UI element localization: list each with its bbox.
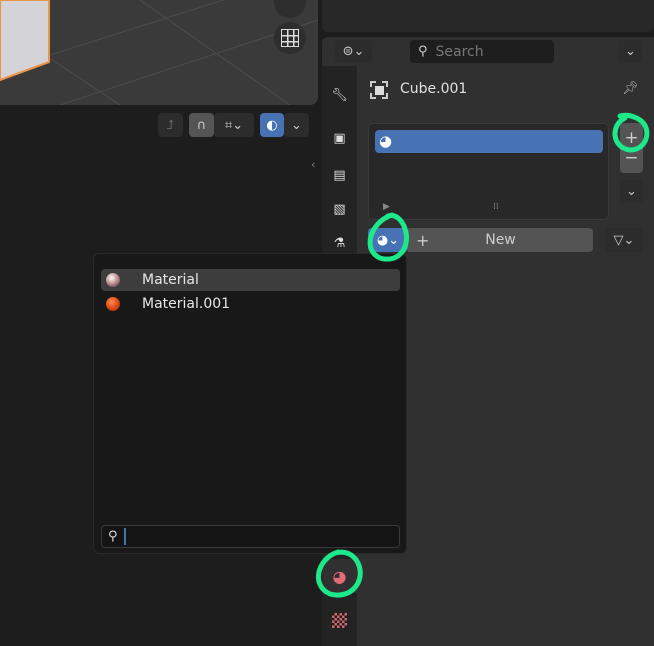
snap-grid-icon: ⌗⌄ <box>224 117 244 133</box>
proportional-edit-toggle[interactable]: ◐ <box>260 113 284 137</box>
material-slot-list: ◕ ▶ ⁞⁞ <box>368 123 609 220</box>
tab-tool[interactable]: 🔧︎ <box>322 78 357 112</box>
add-slot-button[interactable]: + <box>624 128 638 148</box>
tab-render[interactable]: ▣ <box>322 121 357 155</box>
proportional-icon: ◐ <box>266 117 278 133</box>
remove-slot-button[interactable]: − <box>624 148 638 168</box>
search-icon: ⚲ <box>418 44 428 59</box>
magnet-icon: ∩ <box>196 117 207 133</box>
resize-handle[interactable]: ⁞⁞ <box>493 202 499 212</box>
image-icon: ▧ <box>333 201 346 217</box>
grid-icon <box>281 29 299 47</box>
tab-material[interactable]: ◕ <box>322 559 357 593</box>
toggle-icon: ⊜⌄ <box>342 44 365 59</box>
material-browse-popup: Material Material.001 ⚲ <box>93 253 407 554</box>
material-preview-icon <box>106 297 120 311</box>
slot-add-remove: + − <box>620 123 643 173</box>
viewport-header: ⮥ ∩ ⌗⌄ ◐ ⌄ ‹ <box>0 108 318 171</box>
tool-icon: 🔧︎ <box>331 87 348 103</box>
search-icon: ⚲ <box>108 529 118 544</box>
plus-icon: + <box>416 230 430 250</box>
mesh-data-icon: ▽⌄ <box>613 232 635 248</box>
slot-specials-dropdown[interactable]: ⌄ <box>620 180 643 203</box>
toggle-ortho-button[interactable] <box>274 22 306 54</box>
material-item[interactable]: Material <box>101 269 400 291</box>
material-icon: ◕⌄ <box>376 232 400 248</box>
printer-icon: ▤ <box>333 167 346 183</box>
browse-material-button[interactable]: ◕⌄ <box>368 228 408 252</box>
cube-object <box>0 0 50 82</box>
popup-search-input[interactable]: ⚲ <box>101 525 400 548</box>
expand-triangle-icon[interactable]: ▶ <box>383 202 390 212</box>
material-item[interactable]: Material.001 <box>101 293 400 315</box>
object-name: Cube.001 <box>400 81 468 97</box>
tab-output[interactable]: ▤ <box>322 158 357 192</box>
3d-viewport[interactable] <box>0 0 318 105</box>
chevron-down-icon: ⌄ <box>291 117 302 133</box>
checker-icon <box>332 612 347 628</box>
sidebar-collapse-arrow[interactable]: ‹ <box>311 158 315 171</box>
snap-target-dropdown[interactable]: ⌗⌄ <box>214 113 254 137</box>
viewport-grid <box>0 0 318 105</box>
text-cursor <box>123 528 126 545</box>
material-preview-icon <box>106 273 120 287</box>
new-material-button[interactable]: + New <box>408 228 593 252</box>
object-icon <box>370 81 388 99</box>
render-icon: ▣ <box>333 130 346 146</box>
snap-toggle[interactable]: ∩ <box>189 113 214 137</box>
chevron-down-icon: ⌄ <box>625 44 636 59</box>
tab-texture[interactable] <box>322 603 357 637</box>
link-data-dropdown[interactable]: ▽⌄ <box>605 228 643 252</box>
editor-type-dropdown[interactable]: ⊜⌄ <box>335 40 372 63</box>
material-icon: ◕ <box>379 132 393 150</box>
options-dropdown[interactable]: ⌄ <box>619 40 642 63</box>
material-icon: ◕ <box>332 566 347 586</box>
scene-icon: ⚗ <box>333 235 346 251</box>
outliner-region <box>322 0 654 32</box>
transform-pivot-button[interactable]: ⮥ <box>158 113 183 137</box>
pin-icon[interactable]: 📌︎ <box>622 81 639 96</box>
search-input[interactable]: ⚲ Search <box>410 40 554 63</box>
material-slot-item[interactable]: ◕ <box>375 130 603 153</box>
tab-view-layer[interactable]: ▧ <box>322 192 357 226</box>
arrow-up-icon: ⮥ <box>166 117 175 133</box>
chevron-down-icon: ⌄ <box>626 184 637 199</box>
proportional-dropdown[interactable]: ⌄ <box>284 113 309 137</box>
